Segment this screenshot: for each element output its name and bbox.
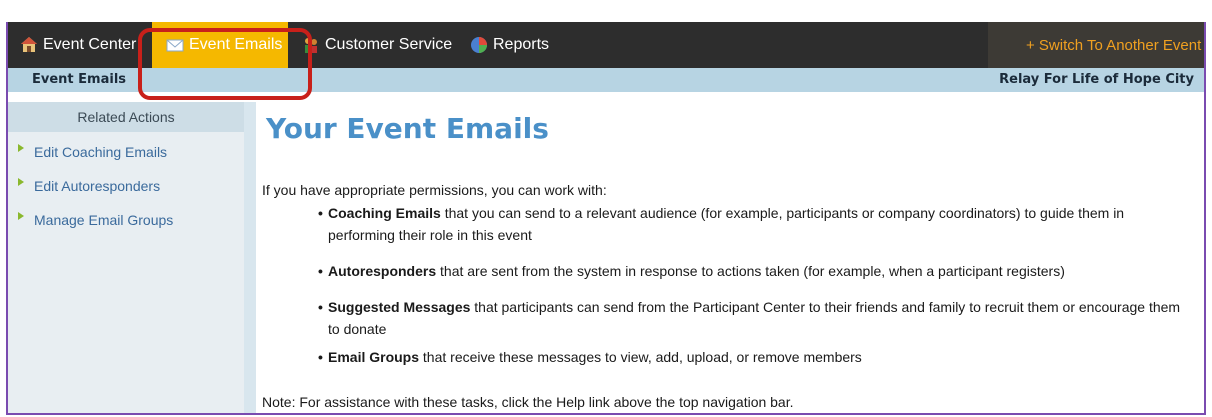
sidebar-divider <box>244 102 256 413</box>
sidebar-item-edit-autoresponders[interactable]: Edit Autoresponders <box>18 176 160 196</box>
list-item: • Coaching Emails that you can send to a… <box>318 202 1188 246</box>
bullet-text: that are sent from the system in respons… <box>436 263 1065 279</box>
nav-customer-service[interactable]: Customer Service <box>302 22 452 68</box>
header-spacer <box>8 92 1204 102</box>
chart-icon <box>470 36 488 54</box>
bullet-dot: • <box>318 299 323 315</box>
nav-event-center-label: Event Center <box>43 36 137 53</box>
nav-event-center[interactable]: Event Center <box>20 22 136 68</box>
bullet-arrow-icon <box>18 178 24 186</box>
nav-reports[interactable]: Reports <box>470 22 549 68</box>
section-title: Event Emails <box>32 72 127 87</box>
sidebar-item-edit-coaching-emails[interactable]: Edit Coaching Emails <box>18 142 167 162</box>
help-note: Note: For assistance with these tasks, c… <box>262 394 794 410</box>
bullet-term: Autoresponders <box>328 263 437 279</box>
section-header-bar: Event Emails Relay For Life of Hope City <box>8 68 1204 92</box>
bullet-arrow-icon <box>18 144 24 152</box>
list-item: • Email Groups that receive these messag… <box>318 346 1188 368</box>
envelope-icon <box>166 36 184 54</box>
bullet-term: Email Groups <box>328 349 420 365</box>
event-name: Relay For Life of Hope City <box>999 72 1194 87</box>
sidebar-item-label: Manage Email Groups <box>34 212 174 228</box>
list-item: • Suggested Messages that participants c… <box>318 296 1188 340</box>
bullet-term: Coaching Emails <box>328 205 441 221</box>
bullet-dot: • <box>318 263 323 279</box>
bullet-dot: • <box>318 349 323 365</box>
page-title: Your Event Emails <box>266 112 549 145</box>
sidebar-item-manage-email-groups[interactable]: Manage Email Groups <box>18 210 173 230</box>
nav-customer-service-label: Customer Service <box>325 36 453 53</box>
app-frame: Event Center Event Emails Customer Servi… <box>6 22 1206 415</box>
bullet-text: that you can send to a relevant audience… <box>328 205 1125 243</box>
top-navigation: Event Center Event Emails Customer Servi… <box>8 22 1204 68</box>
intro-text: If you have appropriate permissions, you… <box>262 182 607 198</box>
sidebar-item-label: Edit Autoresponders <box>34 178 161 194</box>
related-actions-sidebar: Related Actions Edit Coaching Emails Edi… <box>8 102 244 413</box>
nav-event-emails[interactable]: Event Emails <box>152 22 288 68</box>
main-content: Your Event Emails If you have appropriat… <box>256 102 1204 413</box>
nav-reports-label: Reports <box>493 36 550 53</box>
people-icon <box>302 36 320 54</box>
home-icon <box>20 36 38 54</box>
switch-event-link[interactable]: + Switch To Another Event <box>988 22 1204 68</box>
bullet-text: that receive these messages to view, add… <box>419 349 862 365</box>
sidebar-item-label: Edit Coaching Emails <box>34 144 168 160</box>
list-item: • Autoresponders that are sent from the … <box>318 260 1188 282</box>
bullet-dot: • <box>318 205 323 221</box>
bullet-term: Suggested Messages <box>328 299 471 315</box>
sidebar-heading: Related Actions <box>8 102 244 132</box>
bullet-arrow-icon <box>18 212 24 220</box>
nav-event-emails-label: Event Emails <box>189 36 283 53</box>
